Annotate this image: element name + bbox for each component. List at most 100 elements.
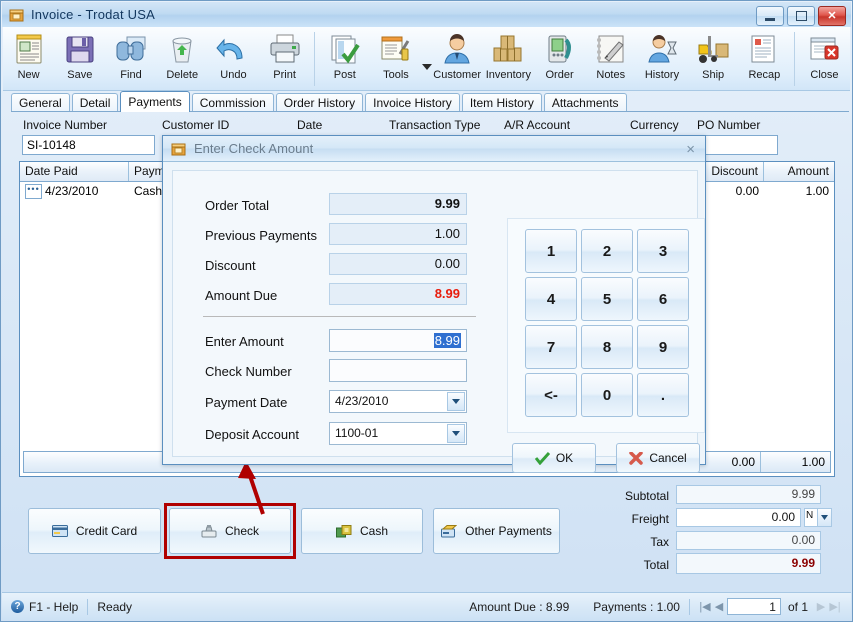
toolbar-label-notes: Notes <box>596 69 626 81</box>
tab-order-history[interactable]: Order History <box>275 93 364 112</box>
keypad-key-backspace[interactable]: <- <box>525 373 577 417</box>
toolbar-button-undo[interactable]: Undo <box>208 30 259 88</box>
toolbar-button-notes[interactable]: Notes <box>585 30 636 88</box>
cross-icon <box>629 451 644 465</box>
window-titlebar: Invoice - Trodat USA ✕ <box>2 2 851 27</box>
credit-card-button[interactable]: Credit Card <box>28 508 161 554</box>
credit-card-icon <box>51 525 68 537</box>
toolbar-label-new: New <box>17 69 40 81</box>
toolbar-label-history: History <box>644 69 680 81</box>
toolbar-button-tools[interactable]: Tools <box>370 30 421 88</box>
totals-value-freight[interactable]: 0.00 <box>676 508 801 527</box>
toolbar-button-new[interactable]: New <box>3 30 54 88</box>
current-page-input[interactable]: 1 <box>726 598 781 615</box>
customer-person-icon <box>439 32 475 68</box>
tab-item-history[interactable]: Item History <box>461 93 542 112</box>
checkmark-icon <box>534 451 550 465</box>
column-header-amount[interactable]: Amount <box>764 162 834 181</box>
toolbar-button-delete[interactable]: Delete <box>157 30 208 88</box>
keypad-key-2[interactable]: 2 <box>581 229 633 273</box>
toolbar-button-customer[interactable]: Customer <box>432 30 483 88</box>
toolbar-button-print[interactable]: Print <box>259 30 310 88</box>
new-document-icon <box>11 32 47 68</box>
tab-payments[interactable]: Payments <box>120 91 190 112</box>
cash-button[interactable]: Cash <box>301 508 423 554</box>
post-checkmark-icon <box>327 32 363 68</box>
check-number-input[interactable] <box>329 359 467 382</box>
chevron-down-icon[interactable] <box>447 424 465 443</box>
tools-dropdown-caret[interactable] <box>421 63 432 71</box>
last-record-icon[interactable]: ▶| <box>829 600 841 613</box>
help-label: F1 - Help <box>29 599 79 614</box>
notes-pencil-icon <box>593 32 629 68</box>
column-header-date-paid[interactable]: Date Paid <box>20 162 129 181</box>
tab-invoice-history[interactable]: Invoice History <box>365 93 460 112</box>
toolbar-label-save: Save <box>67 69 93 81</box>
enter-amount-input[interactable]: 8.99 <box>329 329 467 352</box>
order-total-value: 9.99 <box>329 193 467 215</box>
po-number-input[interactable] <box>705 135 778 155</box>
invoice-application-window: Invoice - Trodat USA ✕ New Save Find Del… <box>0 0 853 622</box>
first-record-icon[interactable]: |◀ <box>699 600 711 613</box>
toolbar-button-history[interactable]: History <box>636 30 687 88</box>
keypad-key-1[interactable]: 1 <box>525 229 577 273</box>
tab-commission[interactable]: Commission <box>191 93 274 112</box>
tab-general[interactable]: General <box>11 93 70 112</box>
keypad-key-7[interactable]: 7 <box>525 325 577 369</box>
keypad-key-0[interactable]: 0 <box>581 373 633 417</box>
freight-type-combo[interactable]: N <box>804 508 832 527</box>
chevron-down-icon[interactable] <box>817 509 831 526</box>
numeric-keypad: 1 2 3 4 5 6 7 8 9 <- 0 . <box>507 218 705 433</box>
window-controls: ✕ <box>756 6 846 26</box>
keypad-key-4[interactable]: 4 <box>525 277 577 321</box>
keypad-key-9[interactable]: 9 <box>637 325 689 369</box>
column-header-discount[interactable]: Discount <box>696 162 764 181</box>
totals-value-total: 9.99 <box>676 553 821 574</box>
toolbar-button-save[interactable]: Save <box>54 30 105 88</box>
recycle-bin-icon <box>164 32 200 68</box>
discount-label: Discount <box>205 258 256 273</box>
annotation-arrow <box>238 461 265 515</box>
keypad-key-decimal[interactable]: . <box>637 373 689 417</box>
previous-record-icon[interactable]: ◀ <box>713 600 725 613</box>
toolbar-label-ship: Ship <box>702 69 725 81</box>
ok-label: OK <box>555 451 574 465</box>
help-hint[interactable]: ? F1 - Help <box>11 600 78 614</box>
record-navigator: |◀ ◀ 1 of 1 ▶ ▶| <box>699 598 841 615</box>
toolbar-button-close[interactable]: Close <box>799 30 850 88</box>
tab-attachments[interactable]: Attachments <box>543 93 627 112</box>
payment-date-combo[interactable]: 4/23/2010 <box>329 390 467 413</box>
ok-button[interactable]: OK <box>512 443 596 473</box>
toolbar-button-inventory[interactable]: Inventory <box>483 30 534 88</box>
toolbar-button-recap[interactable]: Recap <box>739 30 790 88</box>
deposit-account-combo[interactable]: 1100-01 <box>329 422 467 445</box>
toolbar-button-order[interactable]: Order <box>534 30 585 88</box>
next-record-icon[interactable]: ▶ <box>815 600 827 613</box>
keypad-key-6[interactable]: 6 <box>637 277 689 321</box>
enter-amount-value: 8.99 <box>433 333 461 348</box>
keypad-key-8[interactable]: 8 <box>581 325 633 369</box>
cell-date-paid: 4/23/2010 <box>45 184 99 198</box>
tab-detail[interactable]: Detail <box>71 93 119 112</box>
row-selector-icon[interactable]: ••• <box>25 184 42 200</box>
other-payments-button[interactable]: Other Payments <box>433 508 560 554</box>
toolbar-button-ship[interactable]: Ship <box>688 30 739 88</box>
chevron-down-icon[interactable] <box>447 392 465 411</box>
maximize-button[interactable] <box>787 6 815 26</box>
binoculars-icon <box>113 32 149 68</box>
keypad-key-5[interactable]: 5 <box>581 277 633 321</box>
close-button[interactable]: ✕ <box>818 6 846 26</box>
toolbar-label-inventory: Inventory <box>485 69 531 81</box>
dialog-close-icon[interactable]: × <box>686 141 695 158</box>
dialog-invoice-icon <box>171 141 187 157</box>
keypad-key-3[interactable]: 3 <box>637 229 689 273</box>
toolbar-label-undo: Undo <box>220 69 247 81</box>
minimize-button[interactable] <box>756 6 784 26</box>
toolbar-button-find[interactable]: Find <box>105 30 156 88</box>
invoice-number-input[interactable] <box>22 135 155 155</box>
previous-payments-label: Previous Payments <box>205 228 317 243</box>
toolbar-button-post[interactable]: Post <box>319 30 370 88</box>
toolbar-separator-2 <box>793 32 795 86</box>
footer-amount-total: 1.00 <box>760 452 830 472</box>
cancel-button[interactable]: Cancel <box>616 443 700 473</box>
